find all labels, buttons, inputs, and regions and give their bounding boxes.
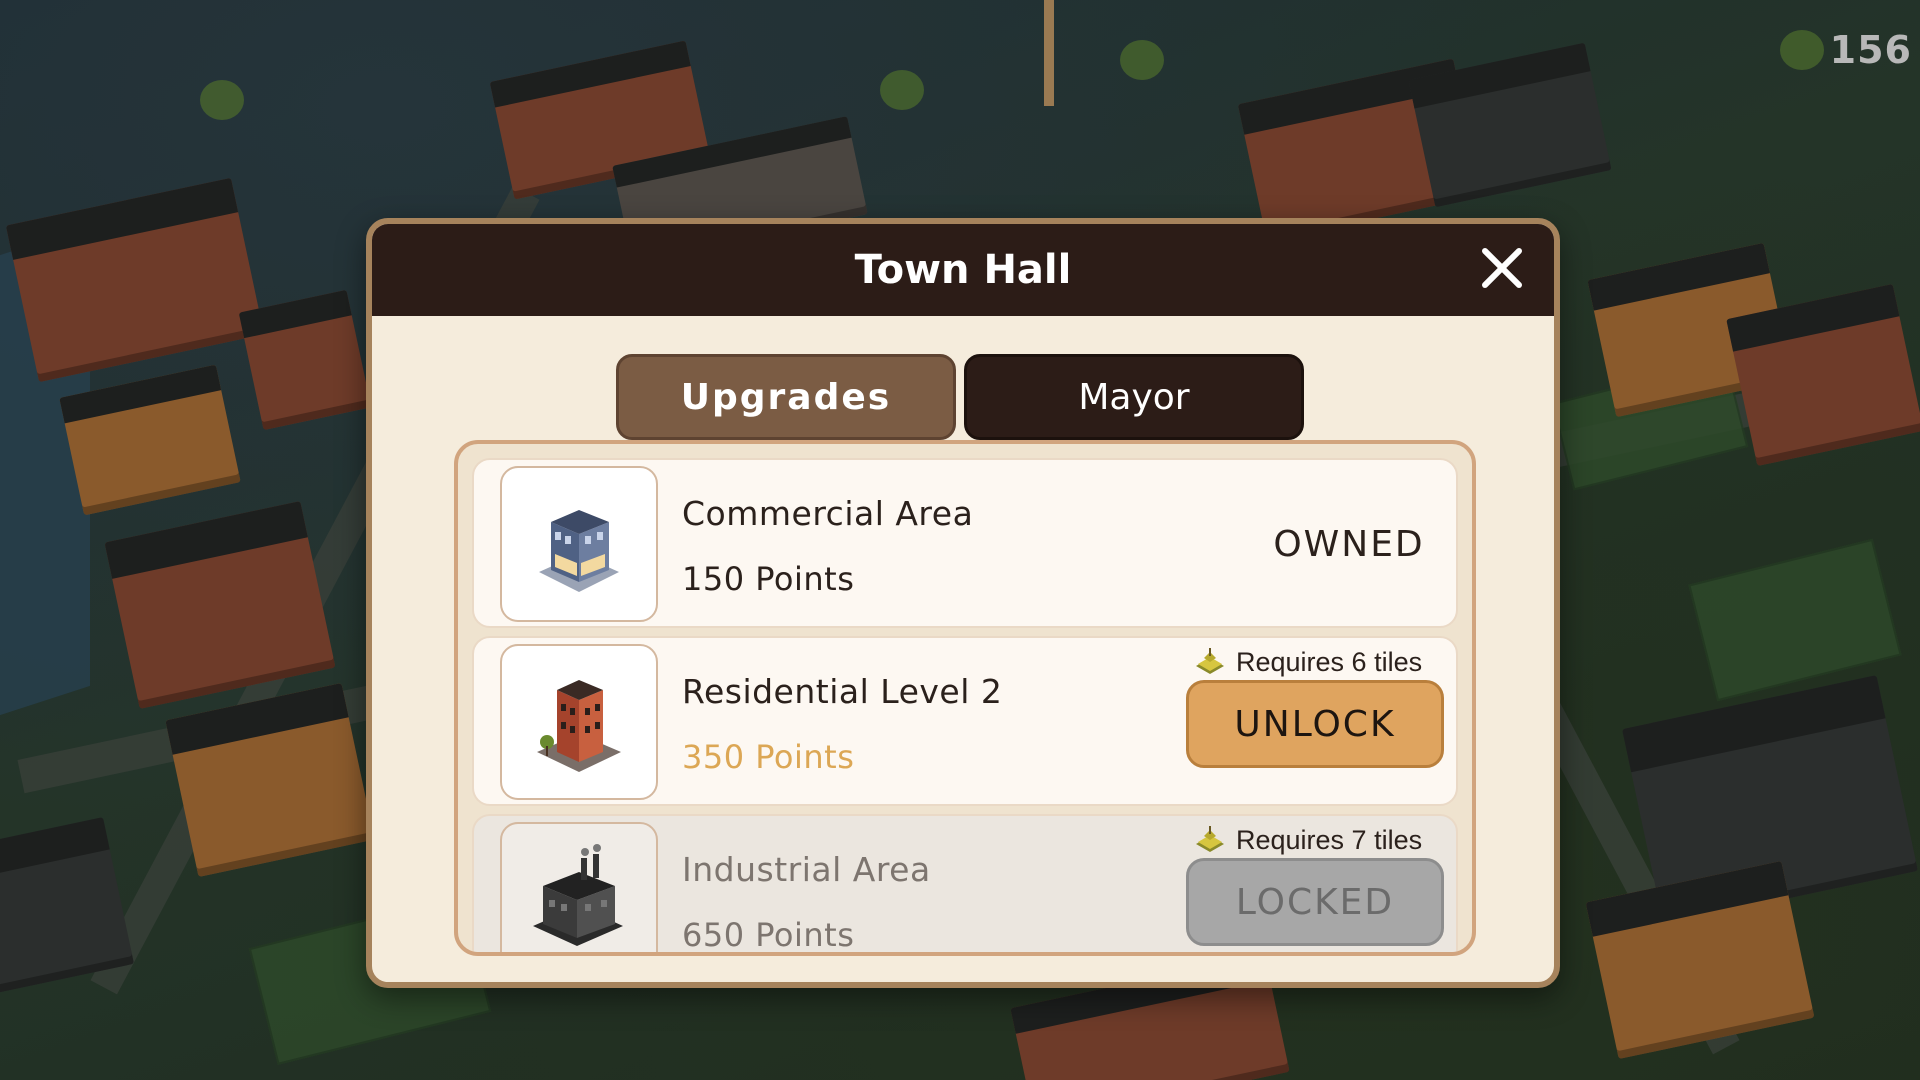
item-name: Residential Level 2 bbox=[682, 672, 1003, 711]
item-name: Commercial Area bbox=[682, 494, 974, 533]
item-points: 150 Points bbox=[682, 560, 855, 598]
close-button[interactable] bbox=[1472, 238, 1532, 298]
item-thumbnail bbox=[500, 822, 658, 952]
residential-building-icon bbox=[537, 680, 621, 772]
locked-button[interactable]: LOCKED bbox=[1186, 858, 1444, 946]
tile-icon bbox=[1196, 648, 1224, 674]
commercial-building-icon bbox=[539, 510, 619, 592]
building bbox=[238, 289, 372, 431]
pole bbox=[1044, 0, 1054, 106]
unlock-button[interactable]: UNLOCK bbox=[1186, 680, 1444, 768]
tile-icon bbox=[1196, 826, 1224, 852]
tile-requirement: Requires 6 tiles bbox=[1194, 644, 1454, 680]
tree bbox=[880, 70, 924, 110]
dialog-header: Town Hall bbox=[372, 224, 1554, 316]
item-points: 650 Points bbox=[682, 916, 855, 954]
building bbox=[165, 683, 375, 877]
requirement-text: Requires 7 tiles bbox=[1236, 824, 1423, 855]
building bbox=[1585, 860, 1815, 1060]
dialog-title: Town Hall bbox=[854, 247, 1072, 293]
item-points: 350 Points bbox=[682, 738, 855, 776]
tab-mayor[interactable]: Mayor bbox=[964, 354, 1304, 440]
item-thumbnail bbox=[500, 644, 658, 800]
upgrade-item-residential: Residential Level 2 350 Points Requires … bbox=[472, 636, 1458, 806]
owned-status: OWNED bbox=[1273, 524, 1425, 565]
building bbox=[104, 501, 336, 709]
upgrade-item-commercial: Commercial Area 150 Points OWNED bbox=[472, 458, 1458, 628]
industrial-building-icon bbox=[533, 844, 623, 946]
tree bbox=[1120, 40, 1164, 80]
item-name: Industrial Area bbox=[682, 850, 931, 889]
town-hall-dialog: Town Hall Upgrades Mayor Commercial Area… bbox=[366, 218, 1560, 988]
tile-requirement: Requires 7 tiles bbox=[1194, 822, 1454, 858]
building bbox=[0, 817, 135, 993]
tab-upgrades[interactable]: Upgrades bbox=[616, 354, 956, 440]
building bbox=[5, 177, 265, 383]
hud-counter: 156 bbox=[1829, 28, 1912, 72]
tab-bar: Upgrades Mayor bbox=[616, 354, 1304, 440]
close-icon bbox=[1482, 248, 1522, 288]
upgrade-item-industrial: Industrial Area 650 Points Requires 7 ti… bbox=[472, 814, 1458, 954]
tree bbox=[200, 80, 244, 120]
item-thumbnail bbox=[500, 466, 658, 622]
upgrades-list[interactable]: Commercial Area 150 Points OWNED Residen… bbox=[454, 440, 1476, 956]
requirement-text: Requires 6 tiles bbox=[1236, 646, 1423, 677]
tree bbox=[1780, 30, 1824, 70]
